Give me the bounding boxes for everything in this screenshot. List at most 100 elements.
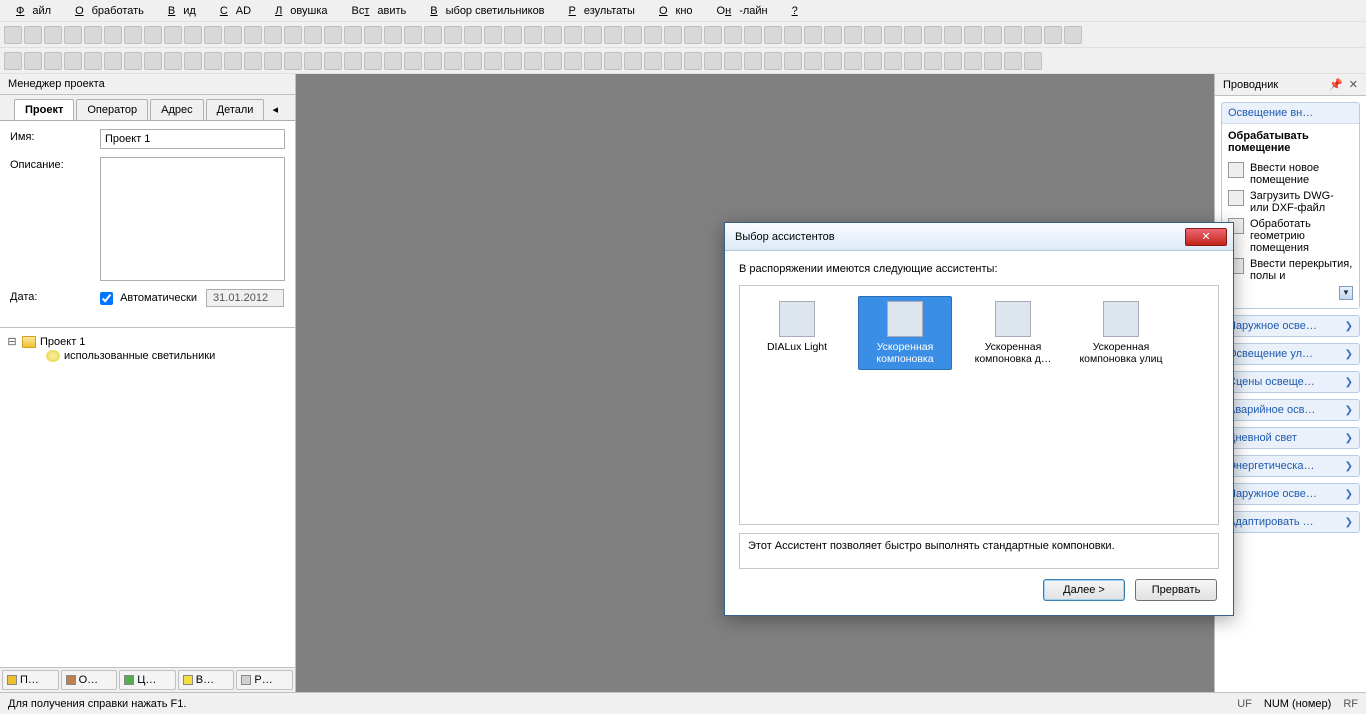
toolbar-button[interactable] [704,52,722,70]
project-tree[interactable]: ⊟ Проект 1 использованные светильники [0,327,295,667]
toolbar-button[interactable] [224,26,242,44]
toolbar-button[interactable] [284,26,302,44]
toolbar-button[interactable] [964,26,982,44]
toolbar-button[interactable] [964,52,982,70]
toolbar-button[interactable] [944,52,962,70]
menu-window[interactable]: Окно [651,3,709,19]
menu-edit[interactable]: Обработать [67,3,160,19]
tree-root[interactable]: Проект 1 [40,336,85,348]
tab-overflow[interactable]: ◂ [266,99,284,120]
bottom-tab-3[interactable]: В… [178,670,235,690]
explorer-section-header[interactable]: Адаптировать …❯ [1222,512,1359,532]
tree-child[interactable]: использованные светильники [64,350,215,362]
bottom-tab-2[interactable]: Ц… [119,670,176,690]
toolbar-button[interactable] [544,52,562,70]
toolbar-button[interactable] [344,52,362,70]
toolbar-button[interactable] [164,26,182,44]
toolbar-button[interactable] [364,52,382,70]
explorer-section-header[interactable]: Аварийное осв…❯ [1222,400,1359,420]
toolbar-button[interactable] [344,26,362,44]
toolbar-button[interactable] [144,52,162,70]
toolbar-button[interactable] [264,52,282,70]
toolbar-button[interactable] [644,52,662,70]
toolbar-button[interactable] [404,26,422,44]
toolbar-button[interactable] [644,26,662,44]
toolbar-button[interactable] [464,26,482,44]
name-input[interactable] [100,129,285,149]
next-button[interactable]: Далее > [1043,579,1125,601]
assistant-item[interactable]: Ускоренная компоновка улиц [1074,296,1168,370]
explorer-section-header[interactable]: Наружное осве…❯ [1222,316,1359,336]
toolbar-button[interactable] [304,26,322,44]
toolbar-button[interactable] [324,52,342,70]
toolbar-button[interactable] [804,26,822,44]
explorer-action[interactable]: Обработать геометрию помещения [1224,216,1357,256]
toolbar-button[interactable] [1004,26,1022,44]
toolbar-button[interactable] [444,52,462,70]
toolbar-button[interactable] [64,26,82,44]
toolbar-button[interactable] [784,52,802,70]
toolbar-button[interactable] [384,52,402,70]
toolbar-button[interactable] [564,26,582,44]
toolbar-button[interactable] [484,26,502,44]
toolbar-button[interactable] [764,52,782,70]
date-value[interactable]: 31.01.2012 [206,289,284,307]
tab-operator[interactable]: Оператор [76,99,148,120]
toolbar-button[interactable] [924,26,942,44]
explorer-section-header[interactable]: Освещение ул…❯ [1222,344,1359,364]
toolbar-button[interactable] [604,26,622,44]
toolbar-button[interactable] [404,52,422,70]
close-icon[interactable]: ✕ [1185,228,1227,246]
toolbar-button[interactable] [1024,26,1042,44]
tab-address[interactable]: Адрес [150,99,204,120]
explorer-action[interactable]: Загрузить DWG- или DXF-файл [1224,188,1357,216]
toolbar-button[interactable] [324,26,342,44]
menu-insert[interactable]: Вставить [344,3,423,19]
toolbar-button[interactable] [84,52,102,70]
toolbar-button[interactable] [564,52,582,70]
toolbar-button[interactable] [184,52,202,70]
toolbar-button[interactable] [244,52,262,70]
tree-expand-icon[interactable]: ⊟ [6,335,18,348]
toolbar-button[interactable] [884,26,902,44]
toolbar-button[interactable] [224,52,242,70]
cancel-button[interactable]: Прервать [1135,579,1217,601]
toolbar-button[interactable] [164,52,182,70]
toolbar-button[interactable] [104,26,122,44]
toolbar-button[interactable] [584,52,602,70]
toolbar-button[interactable] [1004,52,1022,70]
bottom-tab-4[interactable]: Р… [236,670,293,690]
toolbar-button[interactable] [584,26,602,44]
toolbar-button[interactable] [884,52,902,70]
toolbar-button[interactable] [904,52,922,70]
assistant-item[interactable]: Ускоренная компоновка [858,296,952,370]
assistant-item[interactable]: Ускоренная компоновка д… [966,296,1060,370]
toolbar-button[interactable] [444,26,462,44]
toolbar-button[interactable] [664,26,682,44]
toolbar-button[interactable] [524,26,542,44]
toolbar-button[interactable] [624,52,642,70]
dropdown-icon[interactable]: ▼ [1339,286,1353,300]
toolbar-button[interactable] [824,52,842,70]
toolbar-button[interactable] [4,52,22,70]
toolbar-button[interactable] [484,52,502,70]
toolbar-button[interactable] [744,52,762,70]
menu-help[interactable]: ? [784,3,806,19]
toolbar-button[interactable] [844,26,862,44]
auto-checkbox[interactable] [100,292,113,305]
tab-project[interactable]: Проект [14,99,74,120]
toolbar-button[interactable] [1044,26,1062,44]
toolbar-button[interactable] [984,26,1002,44]
toolbar-button[interactable] [24,26,42,44]
explorer-section-header[interactable]: Наружное осве…❯ [1222,484,1359,504]
bottom-tab-1[interactable]: О… [61,670,118,690]
menu-cad[interactable]: CAD [212,3,267,19]
toolbar-button[interactable] [384,26,402,44]
toolbar-button[interactable] [244,26,262,44]
toolbar-button[interactable] [924,52,942,70]
toolbar-button[interactable] [84,26,102,44]
toolbar-button[interactable] [204,26,222,44]
toolbar-button[interactable] [44,52,62,70]
toolbar-button[interactable] [264,26,282,44]
toolbar-button[interactable] [64,52,82,70]
